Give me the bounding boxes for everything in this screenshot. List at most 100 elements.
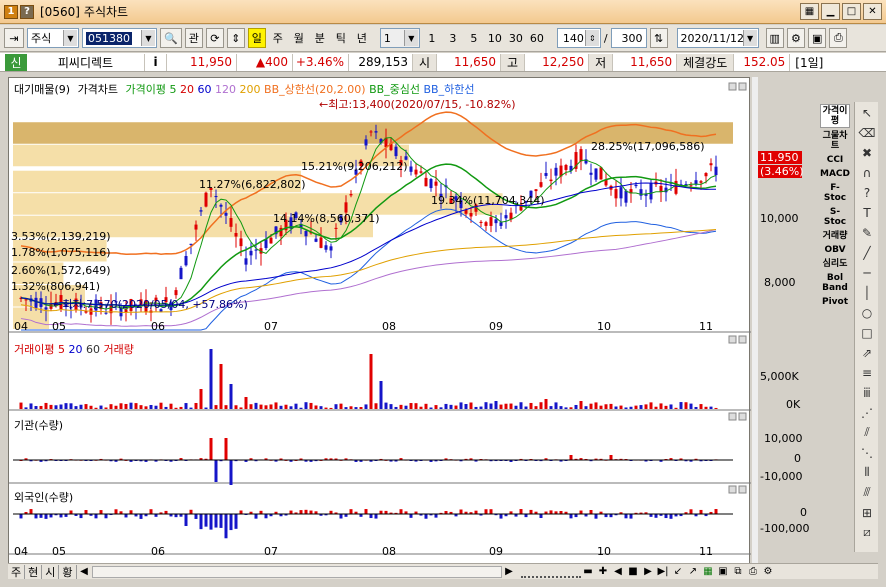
rect-tool-icon[interactable]: □ <box>857 323 877 342</box>
expand-icon[interactable]: ↗ <box>687 565 700 578</box>
interval-5[interactable]: 5 <box>465 28 483 48</box>
count-input[interactable]: 140 ⇕ <box>556 28 601 48</box>
scroll-left-icon[interactable]: ◀ <box>78 565 91 578</box>
period-month[interactable]: 월 <box>290 28 308 48</box>
interval-1[interactable]: 1 <box>423 28 441 48</box>
period-year[interactable]: 년 <box>353 28 371 48</box>
close-icon[interactable]: ✕ <box>863 3 882 20</box>
indicator-cci[interactable]: CCI <box>820 154 850 166</box>
info-icon[interactable]: i <box>145 53 167 71</box>
candle-body <box>184 256 188 266</box>
chart-canvas[interactable]: 10,000←최고:13,400(2020/07/15, -10.82%)←최저… <box>9 78 751 565</box>
andrews-pitchfork-icon[interactable]: ⫻ <box>857 483 877 502</box>
print-icon[interactable]: ⎙ <box>747 565 760 578</box>
search-icon[interactable]: 🔍 <box>160 28 182 48</box>
vline-tool-icon[interactable]: │ <box>857 283 877 302</box>
cycle-line-icon[interactable]: ⦀ <box>857 463 877 482</box>
quote-bar: 신 피씨디렉트 i 11,950 ▲400 +3.46% 289,153 시 1… <box>0 53 886 72</box>
bottom-tab-2[interactable]: 시 <box>42 564 60 579</box>
chart-area[interactable]: 10,000←최고:13,400(2020/07/15, -10.82%)←최저… <box>8 77 751 565</box>
side-toggle-icon[interactable]: ⇥ <box>4 28 24 48</box>
all-delete-icon[interactable]: ✖ <box>857 143 877 162</box>
indicator-bolband[interactable]: Bol Band <box>820 272 850 294</box>
compress-icon[interactable]: ↙ <box>672 565 685 578</box>
indicator-volume[interactable]: 거래량 <box>820 230 850 242</box>
indicator-fstoc[interactable]: F-Stoc <box>820 182 850 204</box>
settings-icon[interactable]: ⚙ <box>762 565 775 578</box>
play-icon[interactable]: ▶ <box>642 565 655 578</box>
eraser-icon[interactable]: ⌫ <box>857 123 877 142</box>
market-select[interactable]: 주식 ▼ <box>27 28 79 48</box>
ratio-line-icon[interactable]: ⧄ <box>857 523 877 542</box>
channel-tool-icon[interactable]: ≡ <box>857 363 877 382</box>
indicator-macd[interactable]: MACD <box>820 168 850 180</box>
indicator-sstoc[interactable]: S-Stoc <box>820 206 850 228</box>
count-adjust-icon[interactable]: ⇅ <box>649 28 668 48</box>
screen-number-icon[interactable]: 1 <box>4 4 18 19</box>
fibonacci-icon[interactable]: ⅲ <box>857 383 877 402</box>
interval-select[interactable]: 1 ▼ <box>379 28 420 48</box>
scroll-right-icon[interactable]: ▶ <box>503 565 516 578</box>
period-week[interactable]: 주 <box>269 28 287 48</box>
foreign-bar <box>299 510 303 514</box>
volume-bar <box>304 402 308 409</box>
interval-60[interactable]: 60 <box>528 28 546 48</box>
bottom-tab-0[interactable]: 주 <box>8 564 26 579</box>
candle-body <box>329 246 333 251</box>
circle-tool-icon[interactable]: ○ <box>857 303 877 322</box>
bottom-tab-1[interactable]: 현 <box>25 564 43 579</box>
text-tool-icon[interactable]: T <box>857 203 877 222</box>
stock-code-input[interactable]: 051380 ▼ <box>82 28 157 48</box>
date-select[interactable]: 2020/11/12 ▼ <box>676 28 759 48</box>
indicator-ma[interactable]: 가격이평 <box>820 104 850 128</box>
zoom-slider[interactable] <box>520 566 581 578</box>
refresh-icon[interactable]: ⟳ <box>205 28 224 48</box>
fan-line-icon[interactable]: ⫽ <box>857 423 877 442</box>
indicator-pivot[interactable]: Pivot <box>820 296 850 308</box>
volume-bar <box>149 404 153 409</box>
minimize-icon[interactable]: ▁ <box>821 3 840 20</box>
settings-icon[interactable]: ▦ <box>800 3 819 20</box>
gwan-button[interactable]: 관 <box>184 28 203 48</box>
line-tool-icon[interactable]: ╱ <box>857 243 877 262</box>
cursor-icon[interactable]: ↖ <box>857 103 877 122</box>
volume-bar <box>169 403 173 409</box>
speed-line-icon[interactable]: ⋱ <box>857 443 877 462</box>
arrow-tool-icon[interactable]: ⇗ <box>857 343 877 362</box>
zoom-out-icon[interactable]: ▬ <box>582 565 595 578</box>
magnet-icon[interactable]: ∩ <box>857 163 877 182</box>
period-tick[interactable]: 틱 <box>332 28 350 48</box>
save-icon[interactable]: ▣ <box>807 28 827 48</box>
question-icon[interactable]: ? <box>857 183 877 202</box>
config-icon[interactable]: ⚙ <box>786 28 805 48</box>
period-minute[interactable]: 분 <box>311 28 329 48</box>
indicator-psychology[interactable]: 심리도 <box>820 258 850 270</box>
bottom-tab-3[interactable]: 황 <box>59 564 77 579</box>
period-day[interactable]: 일 <box>247 28 266 48</box>
interval-30[interactable]: 30 <box>507 28 525 48</box>
print-icon[interactable]: ⎙ <box>829 28 848 48</box>
first-icon[interactable]: ◀ <box>612 565 625 578</box>
indicator-obv[interactable]: OBV <box>820 244 850 256</box>
help-icon[interactable]: ? <box>20 4 34 19</box>
max-count-input[interactable]: 300 <box>610 28 647 48</box>
save-icon[interactable]: ▣ <box>717 565 730 578</box>
stop-icon[interactable]: ■ <box>627 565 640 578</box>
pencil-icon[interactable]: ✎ <box>857 223 877 242</box>
hline-tool-icon[interactable]: ─ <box>857 263 877 282</box>
indicator-net[interactable]: 그물차트 <box>820 130 850 152</box>
maximize-icon[interactable]: □ <box>842 3 861 20</box>
gann-fan-icon[interactable]: ⋰ <box>857 403 877 422</box>
volume-pane-close-icon <box>738 335 747 344</box>
gann-grid-icon[interactable]: ⊞ <box>857 503 877 522</box>
updown-spin-icon[interactable]: ⇕ <box>226 28 245 48</box>
excel-icon[interactable]: ▦ <box>702 565 715 578</box>
chart-type-icon[interactable]: ▥ <box>765 28 784 48</box>
interval-10[interactable]: 10 <box>486 28 504 48</box>
foreign-tick-0: 0 <box>800 506 807 519</box>
zoom-in-icon[interactable]: ✚ <box>597 565 610 578</box>
interval-3[interactable]: 3 <box>444 28 462 48</box>
last-icon[interactable]: ▶| <box>657 565 670 578</box>
horizontal-scrollbar[interactable] <box>91 565 502 578</box>
copy-icon[interactable]: ⧉ <box>732 565 745 578</box>
